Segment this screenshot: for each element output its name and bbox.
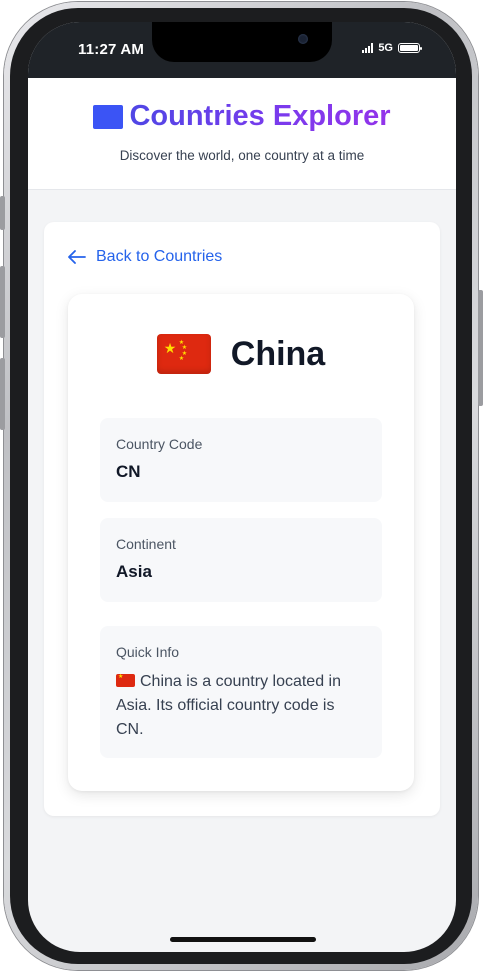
- mute-switch: [0, 196, 5, 230]
- quick-info-label: Quick Info: [116, 644, 180, 660]
- flag-logo-icon: [93, 104, 124, 129]
- status-bar: 11:27 AM 5G: [28, 22, 456, 78]
- quick-info-box: Quick Info China is a country located in…: [100, 626, 382, 758]
- continent-value: Asia: [116, 562, 152, 581]
- battery-icon: [398, 43, 422, 53]
- quick-info-sentence: China is a country located in Asia. Its …: [116, 673, 341, 738]
- country-code-value: CN: [116, 462, 141, 481]
- country-code-box: Country Code CN: [100, 418, 382, 502]
- home-indicator[interactable]: [170, 937, 316, 942]
- arrow-left-icon: [68, 250, 86, 264]
- country-heading: ★ ★ ★ ★ ★ China: [68, 334, 414, 374]
- notch: [152, 22, 332, 62]
- app-header: Countries Explorer Discover the world, o…: [28, 78, 456, 190]
- signal-icon: [362, 43, 374, 53]
- app-subtitle: Discover the world, one country at a tim…: [119, 148, 365, 163]
- volume-up-button: [0, 266, 5, 338]
- status-indicators: 5G: [362, 42, 422, 54]
- continent-label: Continent: [116, 536, 176, 552]
- network-label: 5G: [378, 42, 393, 54]
- country-code-label: Country Code: [116, 436, 203, 452]
- china-flag-mini-icon: [116, 674, 135, 687]
- app-title: Countries Explorer: [129, 100, 391, 132]
- phone-screen: 11:27 AM 5G Countries Explorer Discover …: [28, 22, 456, 952]
- volume-down-button: [0, 358, 5, 430]
- country-name: China: [230, 334, 326, 373]
- status-time: 11:27 AM: [78, 41, 145, 58]
- power-button: [478, 290, 483, 406]
- quick-info-text: China is a country located in Asia. Its …: [116, 670, 366, 742]
- back-link-label: Back to Countries: [96, 248, 223, 265]
- front-camera-icon: [298, 34, 308, 44]
- title-row: Countries Explorer: [28, 100, 456, 133]
- country-detail-card: Back to Countries ★ ★ ★ ★ ★ China Countr…: [44, 222, 440, 816]
- continent-box: Continent Asia: [100, 518, 382, 602]
- back-to-countries-link[interactable]: Back to Countries: [68, 248, 222, 266]
- china-flag-icon: ★ ★ ★ ★ ★: [156, 334, 211, 374]
- country-info-panel: ★ ★ ★ ★ ★ China Country Code CN Continen…: [68, 294, 414, 791]
